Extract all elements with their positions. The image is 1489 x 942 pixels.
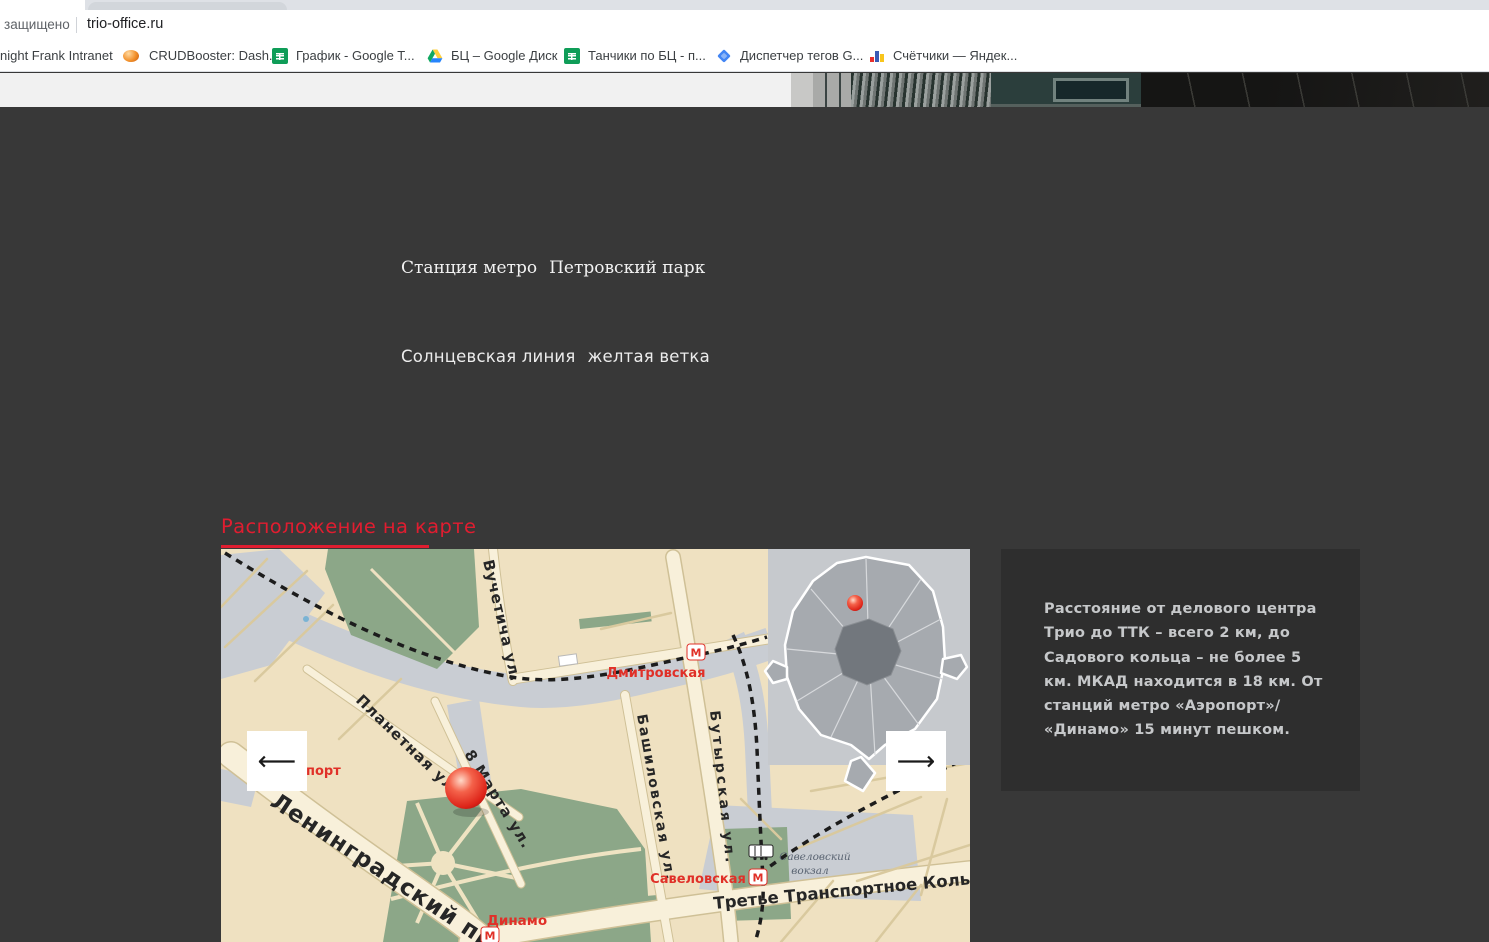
metro-line-row: Солнцевская линия желтая ветка [401, 347, 710, 366]
tab-strip [0, 0, 1489, 10]
bookmark-tanchiki-sheets[interactable]: Танчики по БЦ - п... [564, 40, 706, 71]
bookmark-label: БЦ – Google Диск [451, 48, 557, 63]
metro-line-value: желтая ветка [587, 347, 709, 366]
map-next-button[interactable]: ⟶ [886, 731, 946, 791]
google-tag-manager-icon [716, 48, 732, 64]
rail-terminal-label-2: вокзал [791, 865, 828, 877]
active-tab[interactable] [0, 0, 85, 10]
metro-station-row: Станция метро Петровский парк [401, 258, 705, 278]
page-top-strip [0, 73, 791, 107]
metro-station-label: Станция метро [401, 258, 537, 278]
browser-window: защищено trio-office.ru night Frank Intr… [0, 0, 1489, 942]
bookmark-label: Танчики по БЦ - п... [588, 48, 706, 63]
bookmark-label: night Frank Intranet [0, 48, 113, 63]
metro-label-dmitrovskaya: Дмитровская [607, 666, 706, 681]
omnibox-divider [76, 17, 77, 33]
bookmark-tag-manager[interactable]: Диспетчер тегов G... [716, 40, 863, 71]
bookmark-label: График - Google T... [296, 48, 415, 63]
svg-text:М: М [753, 872, 764, 885]
metro-line-label: Солнцевская линия [401, 347, 575, 366]
metro-station-value: Петровский парк [549, 258, 705, 278]
map-image: Вучетича ул. Планетная ул. 8 Марта ул. Б… [221, 549, 970, 942]
minimap-marker [847, 595, 863, 611]
svg-text:М: М [691, 647, 702, 660]
security-label: защищено [4, 17, 70, 32]
google-sheets-icon [564, 48, 580, 64]
metro-icon-savelovskaya: М [749, 869, 767, 885]
inactive-tab[interactable] [88, 2, 287, 10]
bookmark-yandex-metrica[interactable]: Счётчики — Яндек... [869, 40, 1017, 71]
metro-icon-dmitrovskaya: М [687, 644, 705, 660]
map-prev-button[interactable]: ⟵ [247, 731, 307, 791]
url-text[interactable]: trio-office.ru [87, 16, 163, 32]
bookmark-crudbooster[interactable]: CRUDBooster: Dash... [121, 40, 280, 71]
section-heading: Расположение на карте [221, 515, 476, 538]
distance-info-panel: Расстояние от делового центра Трио до ТТ… [1001, 549, 1360, 791]
address-bar[interactable]: защищено trio-office.ru [0, 10, 1489, 40]
google-sheets-icon [272, 48, 288, 64]
bookmarks-bar: night Frank Intranet CRUDBooster: Dash..… [0, 40, 1489, 72]
bookmark-label: Счётчики — Яндек... [893, 48, 1017, 63]
rail-terminal-label-1: Савеловский [779, 851, 851, 863]
crudbooster-icon [123, 50, 139, 62]
rail-bridge [558, 654, 577, 666]
svg-text:М: М [485, 930, 496, 942]
google-drive-icon [427, 48, 443, 64]
bookmark-grafik-sheets[interactable]: График - Google T... [272, 40, 415, 71]
building-photo [791, 73, 1489, 107]
distance-info-text: Расстояние от делового центра Трио до ТТ… [1044, 597, 1324, 743]
yandex-metrica-icon [869, 48, 885, 64]
bookmark-google-drive[interactable]: БЦ – Google Диск [427, 40, 557, 71]
bookmark-label: Диспетчер тегов G... [740, 48, 863, 63]
location-map: Вучетича ул. Планетная ул. 8 Марта ул. Б… [221, 549, 970, 942]
heading-underline [221, 545, 429, 548]
metro-label-savelovskaya: Савеловская [650, 872, 746, 887]
metro-icon-dinamo: М [481, 927, 499, 942]
bookmark-knight-frank[interactable]: night Frank Intranet [0, 40, 113, 71]
bookmark-label: CRUDBooster: Dash... [149, 48, 280, 63]
